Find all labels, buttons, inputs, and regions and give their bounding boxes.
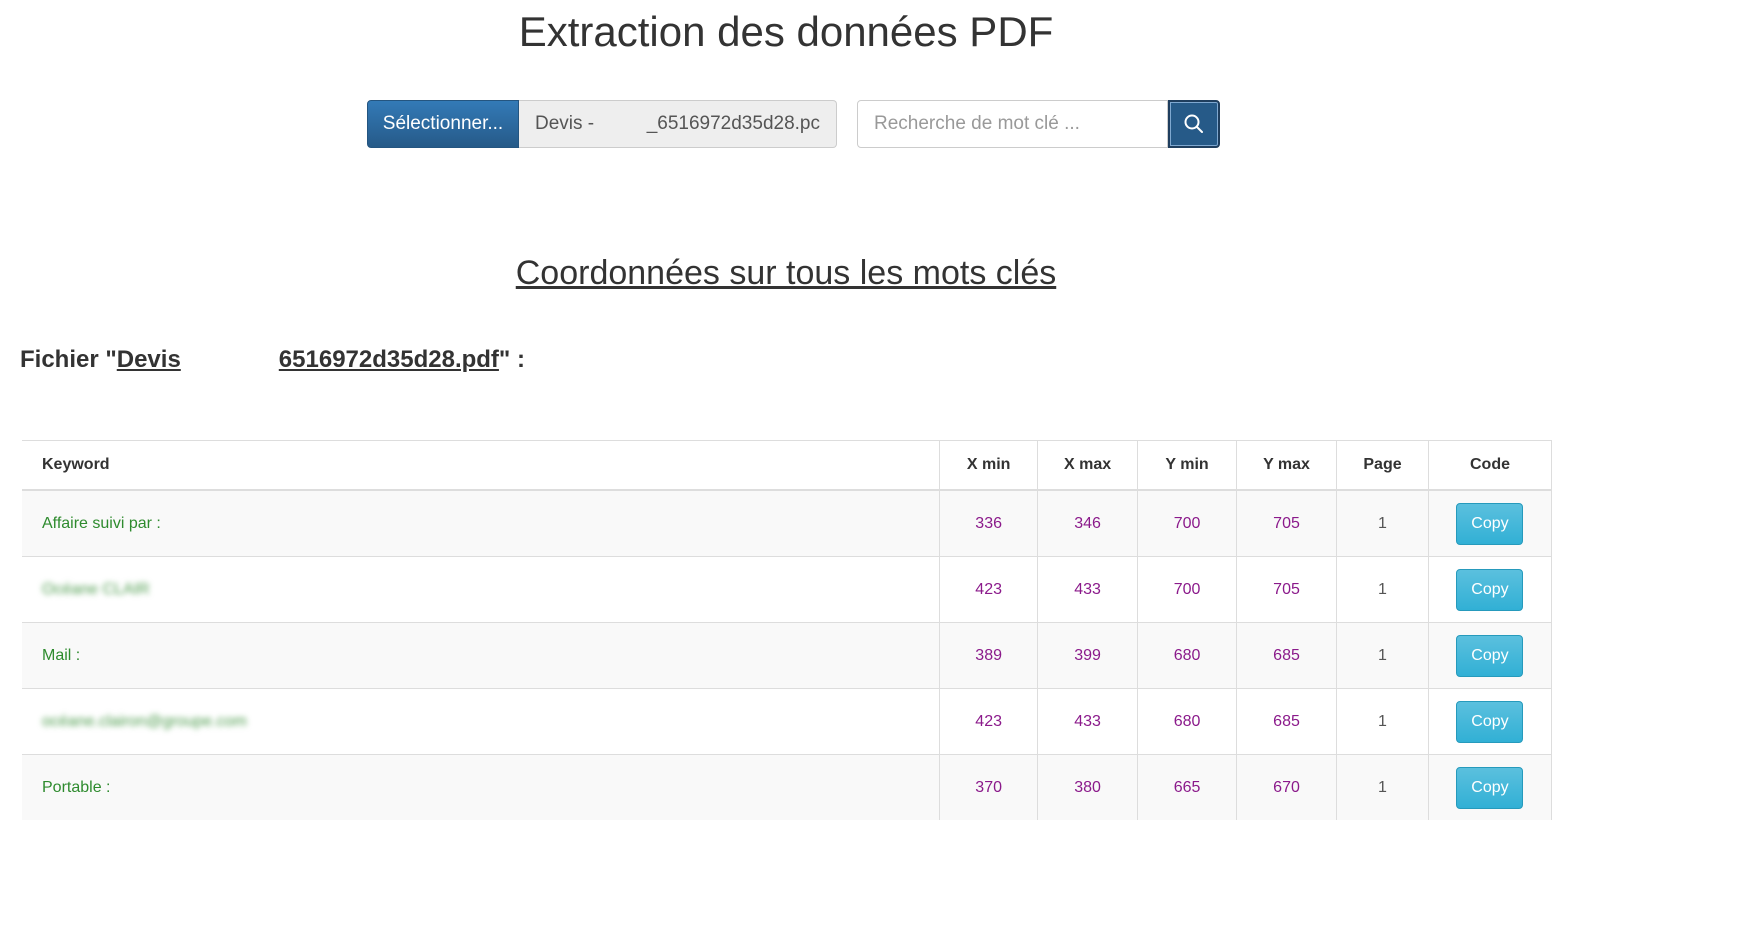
y-min-cell: 700: [1137, 489, 1237, 557]
keyword-cell: Portable :: [22, 754, 940, 820]
y-max-cell: 705: [1236, 489, 1337, 557]
y-max-cell: 705: [1236, 556, 1337, 623]
keyword-cell: Affaire suivi par :: [22, 489, 940, 557]
y-max-cell: 685: [1236, 622, 1337, 689]
header-code: Code: [1427, 440, 1553, 491]
table-row: Affaire suivi par : 336 346 700 705 1 Co…: [22, 489, 1553, 557]
y-min-cell: 680: [1137, 688, 1237, 755]
header-y-max: Y max: [1236, 440, 1337, 491]
header-page: Page: [1336, 440, 1429, 491]
toolbar: Sélectionner... Devis - _6516972d35d28.p…: [367, 100, 1220, 148]
file-heading-prefix: Fichier ": [20, 346, 117, 373]
select-file-button[interactable]: Sélectionner...: [367, 100, 519, 148]
file-link-end: 6516972d35d28.pdf: [278, 346, 499, 373]
copy-button[interactable]: Copy: [1456, 634, 1524, 677]
y-min-cell: 700: [1137, 556, 1237, 623]
x-max-cell: 433: [1037, 688, 1138, 755]
x-min-cell: 370: [939, 754, 1038, 820]
x-min-cell: 423: [939, 556, 1038, 623]
file-heading: Fichier "Devis 6516972d35d28.pdf" :: [20, 346, 525, 374]
code-cell: Copy: [1427, 556, 1553, 623]
keyword-coordinates-table: Keyword X min X max Y min Y max Page Cod…: [22, 440, 1553, 820]
y-max-cell: 670: [1236, 754, 1337, 820]
keyword-cell: Mail :: [22, 622, 940, 689]
table-row: Mail : 389 399 680 685 1 Copy: [22, 622, 1553, 689]
x-min-cell: 389: [939, 622, 1038, 689]
table-row: Portable : 370 380 665 670 1 Copy: [22, 754, 1553, 820]
file-link-start: Devis: [116, 346, 181, 373]
blurred-keyword: Océane CLAIR: [42, 580, 150, 598]
x-max-cell: 346: [1037, 489, 1138, 557]
table-header-row: Keyword X min X max Y min Y max Page Cod…: [22, 440, 1553, 491]
section-title: Coordonnées sur tous les mots clés: [515, 254, 1057, 292]
header-y-min: Y min: [1137, 440, 1237, 491]
keyword-cell: océane.clairon@groupe.com: [22, 688, 940, 755]
table-row: océane.clairon@groupe.com 423 433 680 68…: [22, 688, 1553, 755]
file-name-start: Devis -: [535, 113, 595, 134]
code-cell: Copy: [1427, 622, 1553, 689]
page-cell: 1: [1336, 489, 1429, 557]
x-max-cell: 433: [1037, 556, 1138, 623]
header-x-min: X min: [939, 440, 1038, 491]
page-cell: 1: [1336, 688, 1429, 755]
page-cell: 1: [1336, 754, 1429, 820]
selected-file-name: Devis - _6516972d35d28.pc: [519, 100, 837, 148]
page-cell: 1: [1336, 622, 1429, 689]
keyword-cell: Océane CLAIR: [22, 556, 940, 623]
x-max-cell: 380: [1037, 754, 1138, 820]
code-cell: Copy: [1427, 688, 1553, 755]
header-x-max: X max: [1037, 440, 1138, 491]
copy-button[interactable]: Copy: [1456, 700, 1524, 743]
table-row: Océane CLAIR 423 433 700 705 1 Copy: [22, 556, 1553, 623]
copy-button[interactable]: Copy: [1456, 766, 1524, 809]
y-min-cell: 665: [1137, 754, 1237, 820]
file-link[interactable]: Devis 6516972d35d28.pdf: [117, 346, 499, 373]
file-name-end: _6516972d35d28.pc: [646, 113, 820, 134]
page-title: Extraction des données PDF: [518, 8, 1054, 55]
x-min-cell: 336: [939, 489, 1038, 557]
page-cell: 1: [1336, 556, 1429, 623]
y-max-cell: 685: [1236, 688, 1337, 755]
copy-button[interactable]: Copy: [1456, 568, 1524, 611]
file-heading-suffix: " :: [498, 346, 525, 373]
code-cell: Copy: [1427, 754, 1553, 820]
search-button[interactable]: [1168, 100, 1220, 148]
y-min-cell: 680: [1137, 622, 1237, 689]
x-min-cell: 423: [939, 688, 1038, 755]
blurred-keyword: océane.clairon@groupe.com: [42, 712, 247, 730]
search-icon: [1184, 114, 1203, 133]
header-keyword: Keyword: [22, 440, 940, 491]
code-cell: Copy: [1427, 489, 1553, 557]
x-max-cell: 399: [1037, 622, 1138, 689]
copy-button[interactable]: Copy: [1456, 502, 1524, 545]
keyword-search-input[interactable]: [857, 100, 1168, 148]
